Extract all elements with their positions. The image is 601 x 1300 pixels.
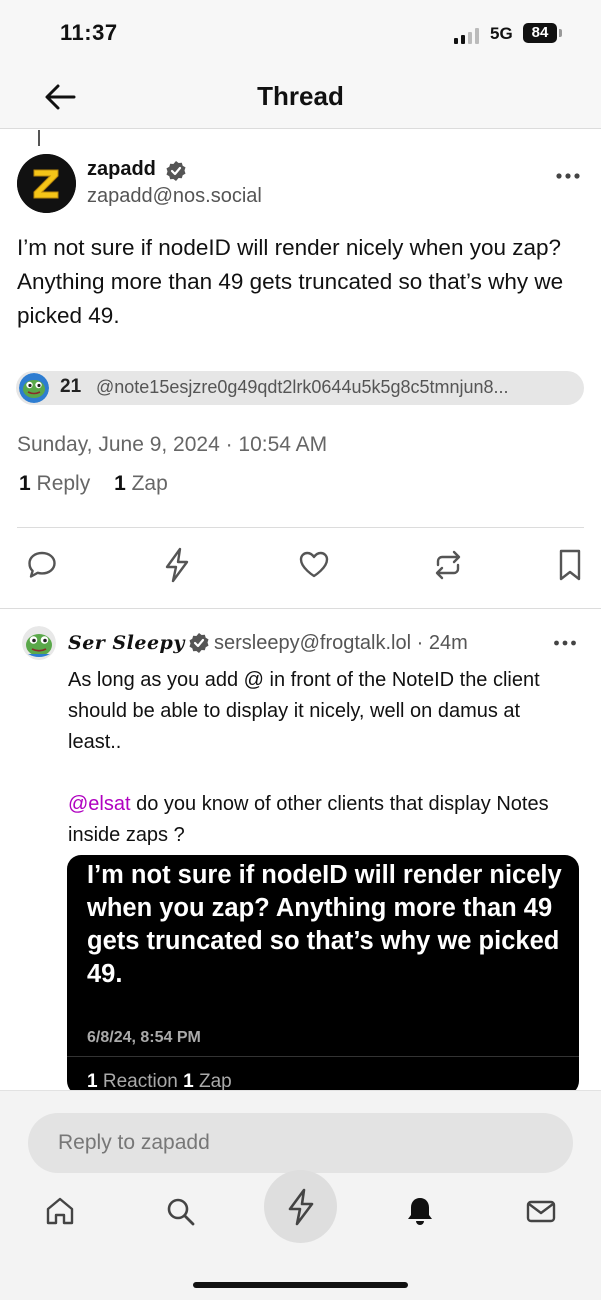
reply-paragraph-2: @elsat do you know of other clients that… — [68, 789, 578, 851]
avatar[interactable] — [17, 154, 76, 213]
mention-link[interactable]: @elsat — [68, 793, 131, 815]
reply-author-handle[interactable]: sersleepy@frogtalk.lol · 24m — [214, 632, 468, 655]
replies-stat[interactable]: 1 Reply — [19, 472, 90, 496]
verified-badge-icon — [165, 160, 187, 182]
divider — [67, 1056, 579, 1057]
status-bar: 11:37 5G 84 — [0, 0, 601, 64]
zapper-avatar — [19, 373, 49, 403]
thread-connector-line — [38, 130, 40, 146]
home-indicator — [193, 1282, 408, 1288]
zap-amount: 21 — [60, 376, 82, 397]
divider — [0, 608, 601, 609]
post-action-bar — [0, 545, 601, 585]
reply-icon[interactable] — [24, 545, 60, 585]
search-icon[interactable] — [160, 1191, 200, 1231]
author-name[interactable]: zapadd — [87, 158, 156, 181]
zaps-count: 1 — [114, 472, 126, 495]
post-body: I’m not sure if nodeID will render nicel… — [17, 235, 564, 328]
repost-icon[interactable] — [430, 545, 466, 585]
author-handle[interactable]: zapadd@nos.social — [87, 185, 262, 208]
zaps-label: Zap — [131, 472, 168, 495]
quoted-note-text: I’m not sure if nodeID will render nicel… — [87, 861, 562, 988]
status-time: 11:37 — [60, 20, 118, 45]
zaps-stat[interactable]: 1 Zap — [114, 472, 168, 496]
post-stats: 1 Reply 1 Zap — [19, 472, 186, 496]
replies-label: Reply — [36, 472, 91, 495]
signal-icon — [454, 26, 482, 44]
battery-icon: 84 — [523, 23, 562, 43]
reply-input[interactable] — [28, 1113, 573, 1173]
verified-badge-icon — [188, 632, 210, 654]
nav-header: Thread — [0, 64, 601, 129]
zap-tab-button[interactable] — [264, 1170, 337, 1243]
mail-icon[interactable] — [520, 1191, 560, 1231]
quoted-reactions-count: 1 — [87, 1071, 98, 1092]
quoted-reactions-label: Reaction — [102, 1071, 178, 1092]
quoted-zaps-count: 1 — [183, 1071, 194, 1092]
avatar[interactable] — [22, 626, 56, 660]
zap-receipt[interactable]: 21 @note15esjzre0g49qdt2lrk0644u5k5g8c5t… — [16, 371, 584, 405]
bottom-panel — [0, 1090, 601, 1300]
divider — [17, 527, 584, 528]
quoted-note-date: 6/8/24, 8:54 PM — [87, 1029, 201, 1046]
reply-paragraph-1: As long as you add @ in front of the Not… — [68, 669, 540, 753]
bell-icon[interactable] — [400, 1191, 440, 1231]
post-timestamp: Sunday, June 9, 2024 · 10:54 AM — [17, 433, 328, 456]
zap-icon[interactable] — [159, 545, 195, 585]
reply-paragraph-2-text: do you know of other clients that displa… — [68, 793, 549, 846]
home-icon[interactable] — [40, 1191, 80, 1231]
quoted-note-image[interactable]: I’m not sure if nodeID will render nicel… — [67, 855, 579, 1095]
page-title: Thread — [257, 81, 344, 111]
reply-body: As long as you add @ in front of the Not… — [68, 665, 578, 851]
bookmark-icon[interactable] — [552, 545, 588, 585]
zap-note-link[interactable]: @note15esjzre0g49qdt2lrk0644u5k5g8c5tmnj… — [96, 377, 566, 398]
quoted-zaps-label: Zap — [199, 1071, 232, 1092]
reply-author-name[interactable]: Ser Sleepy — [68, 632, 185, 654]
replies-count: 1 — [19, 472, 31, 495]
more-options-icon[interactable] — [555, 168, 581, 184]
network-type: 5G — [490, 24, 513, 43]
more-options-icon[interactable] — [553, 636, 577, 650]
like-icon[interactable] — [296, 545, 332, 585]
